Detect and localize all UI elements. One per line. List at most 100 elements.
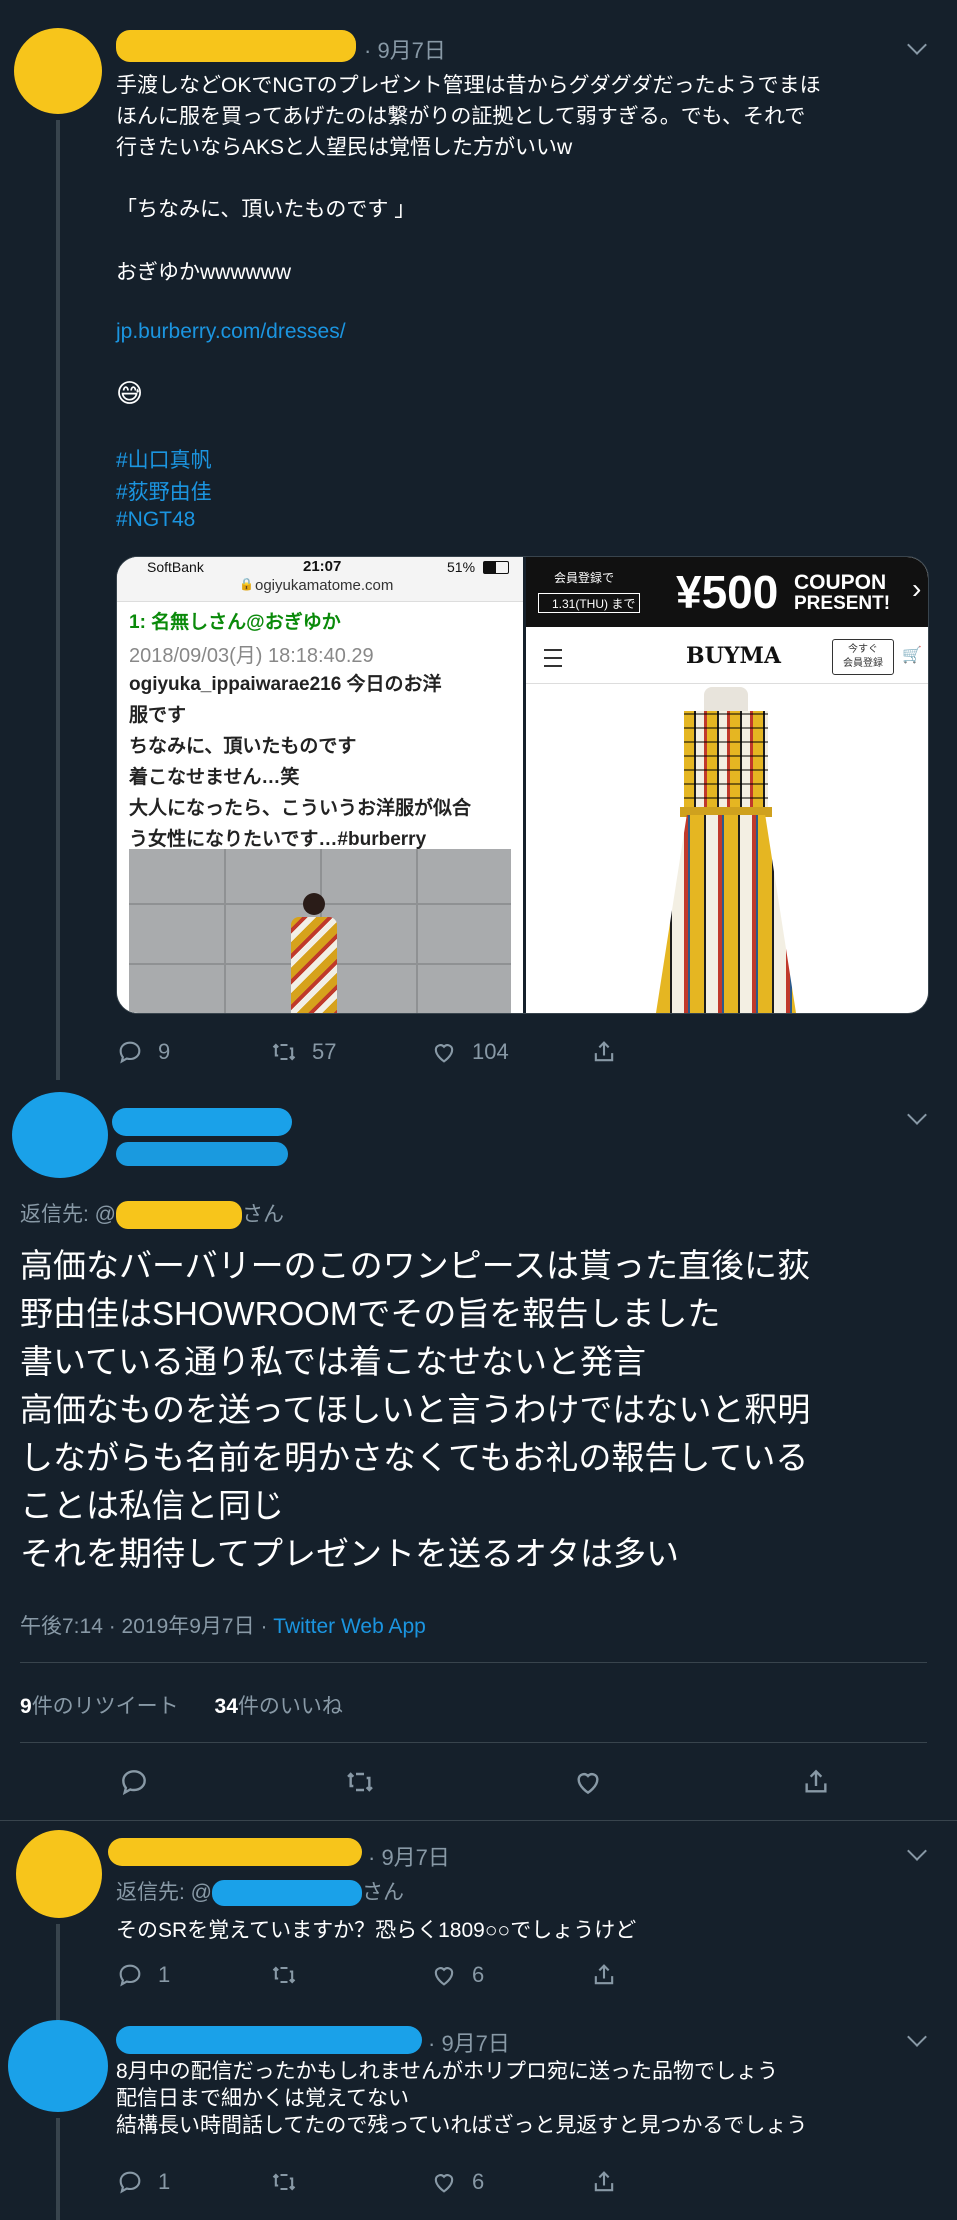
share-action[interactable] xyxy=(800,1766,832,1798)
share-action[interactable] xyxy=(590,2168,618,2196)
hashtag-yamaguchi[interactable]: #山口真帆 xyxy=(116,444,212,474)
chevron-down-icon[interactable] xyxy=(907,1841,927,1861)
hashtag-ogino[interactable]: #荻野由佳 xyxy=(116,476,212,506)
reply-to: 返信先: @ さん xyxy=(116,1876,404,1907)
reply-count: 1 xyxy=(158,1962,171,1987)
buyma-logo: BUYMA xyxy=(686,643,781,669)
redacted-username xyxy=(116,2026,422,2054)
dress-image xyxy=(646,687,806,1013)
post-header: 1: 名無しさん@おぎゆか xyxy=(129,612,341,633)
divider xyxy=(20,1662,927,1663)
post-date: 2018/09/03(月) 18:18:40.29 xyxy=(129,645,374,667)
retweet-action[interactable] xyxy=(270,2168,298,2196)
share-action[interactable] xyxy=(590,1961,618,1989)
share-icon xyxy=(594,2171,614,2192)
coupon-banner: 会員登録で 1.31(THU) まで ¥500 COUPON PRESENT! … xyxy=(526,557,928,627)
reply-action[interactable]: 1 xyxy=(116,1961,170,1989)
thread-line xyxy=(56,120,60,1080)
status-carrier: SoftBank xyxy=(147,559,204,575)
like-count: 6 xyxy=(472,1962,485,1987)
tweet-timestamp: 午後7:14 · 2019年9月7日 · Twitter Web App xyxy=(20,1615,426,1638)
retweet-count: 57 xyxy=(312,1039,337,1064)
heart-icon xyxy=(434,1967,454,1986)
avatar[interactable] xyxy=(12,1092,108,1178)
cart-icon[interactable]: 🛒 xyxy=(902,645,922,665)
thread-line xyxy=(56,2118,60,2220)
reply-icon xyxy=(119,1964,141,1987)
grin-sweat-emoji: 😅 xyxy=(116,378,144,408)
chevron-right-icon: › xyxy=(912,573,922,604)
redacted-display-name xyxy=(112,1108,292,1136)
retweet-icon xyxy=(272,1043,296,1061)
retweet-icon xyxy=(272,2173,296,2191)
status-battery: 51% xyxy=(447,559,476,575)
share-icon xyxy=(594,1041,614,1062)
hamburger-menu-icon[interactable] xyxy=(544,649,562,667)
reply-action[interactable]: 9 xyxy=(116,1038,170,1066)
reply-icon xyxy=(122,1770,146,1796)
like-action[interactable]: 104 xyxy=(430,1038,509,1066)
avatar[interactable] xyxy=(14,28,102,114)
tweet-date: · 9月7日 xyxy=(364,38,446,63)
main-tweet-text: 高価なバーバリーのこのワンピースは貰った直後に荻 野由佳はSHOWROOMでその… xyxy=(20,1247,811,1572)
status-time: 21:07 xyxy=(303,558,342,575)
tweet-date: · 9月7日 xyxy=(428,2031,510,2056)
post-photo xyxy=(129,849,511,1013)
thread-line xyxy=(56,1924,60,2024)
post-body: ogiyuka_ippaiwarae216 今日のお洋 服です ちなみに、頂いた… xyxy=(129,674,472,850)
redacted-mention[interactable] xyxy=(212,1880,362,1907)
redacted-handle xyxy=(116,1142,288,1166)
reply-count: 1 xyxy=(158,2169,171,2194)
heart-icon xyxy=(434,2174,454,2193)
reply-action[interactable] xyxy=(118,1766,150,1798)
client-link[interactable]: Twitter Web App xyxy=(273,1615,426,1638)
retweet-icon xyxy=(347,1772,373,1792)
hashtag-ngt48[interactable]: #NGT48 xyxy=(116,508,195,532)
burberry-link[interactable]: jp.burberry.com/dresses/ xyxy=(116,320,346,344)
like-action[interactable] xyxy=(572,1766,604,1798)
media-screenshot-right[interactable]: 会員登録で 1.31(THU) まで ¥500 COUPON PRESENT! … xyxy=(526,557,928,1013)
redacted-mention[interactable] xyxy=(116,1201,242,1230)
heart-icon xyxy=(577,1773,599,1795)
reply-icon xyxy=(119,2171,141,2194)
retweet-icon xyxy=(272,1966,296,1984)
like-count: 6 xyxy=(472,2169,485,2194)
address-bar: ogiyukamatome.com xyxy=(255,577,394,594)
chevron-down-icon[interactable] xyxy=(907,2027,927,2047)
heart-icon xyxy=(434,1044,454,1063)
divider xyxy=(0,1820,957,1821)
retweet-stat[interactable]: 9件のリツイート xyxy=(20,1695,179,1718)
tweet-media[interactable]: SoftBank 21:07 51% 🔒 ogiyukamatome.com 1… xyxy=(116,556,929,1014)
tweet-text: 8月中の配信だったかもしれませんがホリプロ宛に送った品物でしょう 配信日まで細か… xyxy=(116,2060,808,2137)
share-icon xyxy=(805,1769,827,1793)
media-screenshot-left[interactable]: SoftBank 21:07 51% 🔒 ogiyukamatome.com 1… xyxy=(117,557,523,1013)
tweet-stats: 9件のリツイート 34件のいいね xyxy=(20,1690,343,1720)
share-action[interactable] xyxy=(590,1038,618,1066)
chevron-down-icon[interactable] xyxy=(907,35,927,55)
like-stat[interactable]: 34件のいいね xyxy=(215,1695,343,1718)
retweet-action[interactable] xyxy=(344,1766,376,1798)
lock-icon: 🔒 xyxy=(239,577,254,591)
tweet-text: そのSRを覚えていますか？恐らく1809○○でしょうけど xyxy=(116,1919,637,1942)
quote-text: 「ちなみに、頂いたものです 」 xyxy=(116,198,416,221)
retweet-action[interactable] xyxy=(270,1961,298,1989)
tweet-date: · 9月7日 xyxy=(368,1845,450,1870)
reply-icon xyxy=(119,1041,141,1064)
chevron-down-icon[interactable] xyxy=(907,1105,927,1125)
laugh-text: おぎゆかwwwwww xyxy=(116,261,291,284)
like-count: 104 xyxy=(472,1039,509,1064)
reply-count: 9 xyxy=(158,1039,171,1064)
tweet-text: 手渡しなどOKでNGTのプレゼント管理は昔からグダグダだったようでまほ ほんに服… xyxy=(116,74,821,159)
register-button[interactable]: 今すぐ 会員登録 xyxy=(832,639,894,675)
retweet-action[interactable]: 57 xyxy=(270,1038,336,1066)
reply-to: 返信先: @ さん xyxy=(20,1198,284,1230)
like-action[interactable]: 6 xyxy=(430,2168,484,2196)
battery-icon xyxy=(483,561,509,574)
avatar[interactable] xyxy=(8,2020,108,2112)
avatar[interactable] xyxy=(16,1830,102,1918)
redacted-username xyxy=(116,30,356,62)
redacted-username xyxy=(108,1838,362,1866)
share-icon xyxy=(594,1964,614,1985)
reply-action[interactable]: 1 xyxy=(116,2168,170,2196)
like-action[interactable]: 6 xyxy=(430,1961,484,1989)
